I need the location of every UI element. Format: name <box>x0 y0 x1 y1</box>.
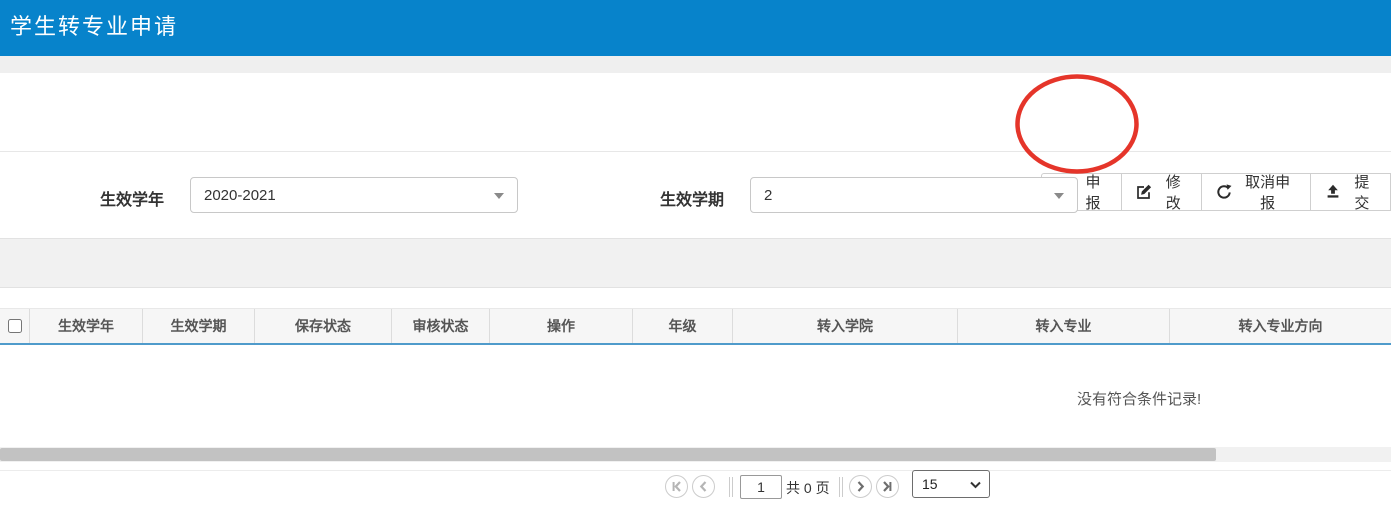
prev-page-icon <box>698 481 709 492</box>
prev-page-button[interactable] <box>692 475 715 498</box>
submit-button[interactable]: 提交 <box>1310 173 1391 211</box>
button-label: 提交 <box>1348 171 1376 213</box>
column-header-review-status: 审核状态 <box>392 309 490 343</box>
column-header-save-status: 保存状态 <box>255 309 392 343</box>
toolbar-button-group: € 申报 修改 取消申报 <box>1041 173 1391 211</box>
chevron-down-icon <box>970 481 981 489</box>
select-all-checkbox[interactable] <box>8 319 22 333</box>
effective-term-select[interactable]: 2 <box>750 177 1078 213</box>
column-header-target-major-direction: 转入专业方向 <box>1170 309 1391 343</box>
refresh-icon <box>1216 184 1232 200</box>
empty-records-message: 没有符合条件记录! <box>1077 388 1201 409</box>
horizontal-scrollbar[interactable] <box>0 447 1391 462</box>
titlebar: 学生转专业申请 <box>0 0 1391 56</box>
toolbar: € 申报 修改 取消申报 <box>0 73 1391 152</box>
page: 学生转专业申请 € 申报 修改 <box>0 0 1391 506</box>
column-header-target-major: 转入专业 <box>958 309 1170 343</box>
upload-icon <box>1325 184 1341 200</box>
last-page-icon <box>882 481 893 492</box>
button-label: 修改 <box>1159 171 1187 213</box>
effective-year-label: 生效学年 <box>100 186 164 210</box>
page-title: 学生转专业申请 <box>0 0 1391 54</box>
table-header: 生效学年 生效学期 保存状态 审核状态 操作 年级 转入学院 转入专业 转入专业… <box>0 308 1391 345</box>
cancel-declare-button[interactable]: 取消申报 <box>1201 173 1311 211</box>
column-header-grade: 年级 <box>633 309 733 343</box>
select-all-cell <box>0 309 30 343</box>
dropdown-arrow-icon <box>1054 193 1064 199</box>
first-page-button[interactable] <box>665 475 688 498</box>
header-substrip <box>0 56 1391 73</box>
effective-year-select[interactable]: 2020-2021 <box>190 177 518 213</box>
collapsed-panel-strip <box>0 238 1391 288</box>
last-page-button[interactable] <box>876 475 899 498</box>
column-header-effective-year: 生效学年 <box>30 309 143 343</box>
first-page-icon <box>671 481 682 492</box>
page-total-label: 共 0 页 <box>786 478 830 498</box>
edit-icon <box>1136 184 1152 200</box>
button-label: 取消申报 <box>1239 171 1296 213</box>
scrollbar-thumb[interactable] <box>0 448 1216 461</box>
select-value: 2020-2021 <box>191 187 276 204</box>
effective-term-label: 生效学期 <box>660 186 724 210</box>
page-number-input[interactable] <box>740 475 782 499</box>
button-label: 申报 <box>1079 171 1107 213</box>
column-header-operation: 操作 <box>490 309 633 343</box>
pager-divider <box>839 477 843 497</box>
modify-button[interactable]: 修改 <box>1121 173 1202 211</box>
page-size-value: 15 <box>913 476 938 492</box>
pager-top-divider <box>0 470 1391 471</box>
next-page-icon <box>855 481 866 492</box>
dropdown-arrow-icon <box>494 193 504 199</box>
next-page-button[interactable] <box>849 475 872 498</box>
column-header-target-college: 转入学院 <box>733 309 958 343</box>
select-value: 2 <box>751 187 772 204</box>
column-header-effective-term: 生效学期 <box>143 309 255 343</box>
pager-divider <box>729 477 733 497</box>
page-size-select[interactable]: 15 <box>912 470 990 498</box>
